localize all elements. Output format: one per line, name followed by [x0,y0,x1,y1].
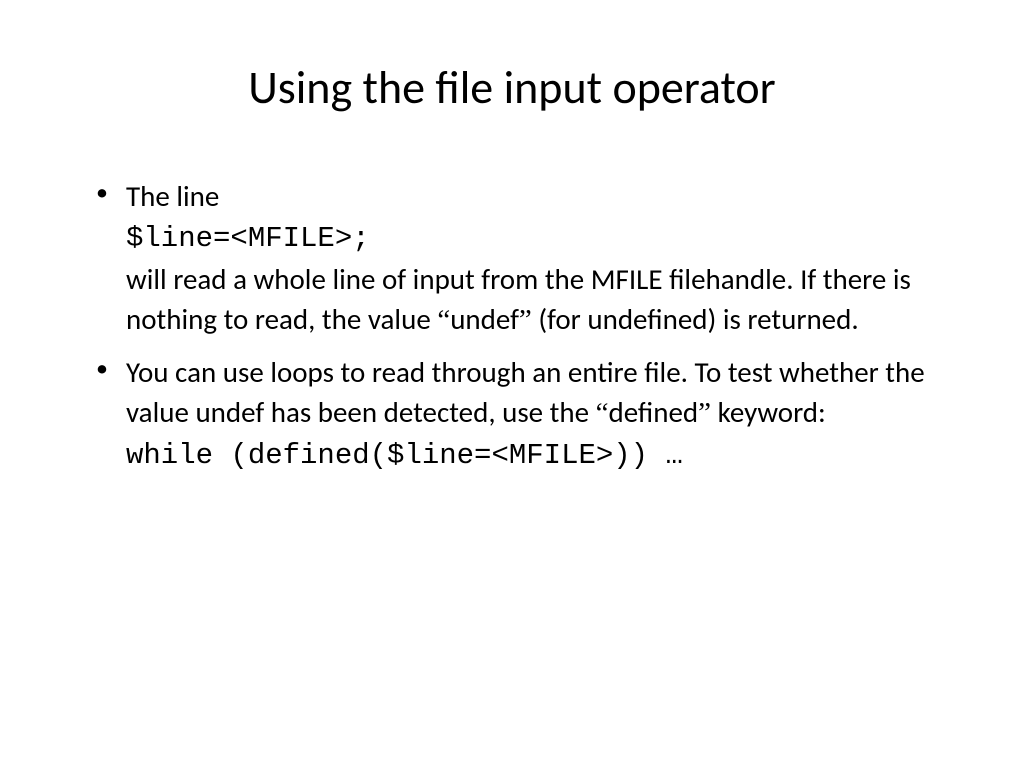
quote-open: “ [437,304,450,336]
bullet-text: undef [450,301,519,337]
bullet-item: The line $line=<MFILE>; will read a whol… [90,176,954,340]
slide-content: The line $line=<MFILE>; will read a whol… [70,176,954,476]
bullet-item: You can use loops to read through an ent… [90,352,954,476]
quote-close: ” [519,304,532,336]
code-snippet: while (defined($line=<MFILE>)) … [126,439,683,472]
slide-title: Using the file input operator [70,60,954,116]
quote-open: “ [596,397,609,429]
code-snippet: $line=<MFILE>; [126,222,370,255]
bullet-text: The line [126,178,219,214]
bullet-text: (for undefined) is returned. [532,301,859,337]
bullet-text: defined [608,394,698,430]
bullet-text: keyword: [711,394,826,430]
bullet-list: The line $line=<MFILE>; will read a whol… [90,176,954,476]
quote-close: ” [698,397,711,429]
